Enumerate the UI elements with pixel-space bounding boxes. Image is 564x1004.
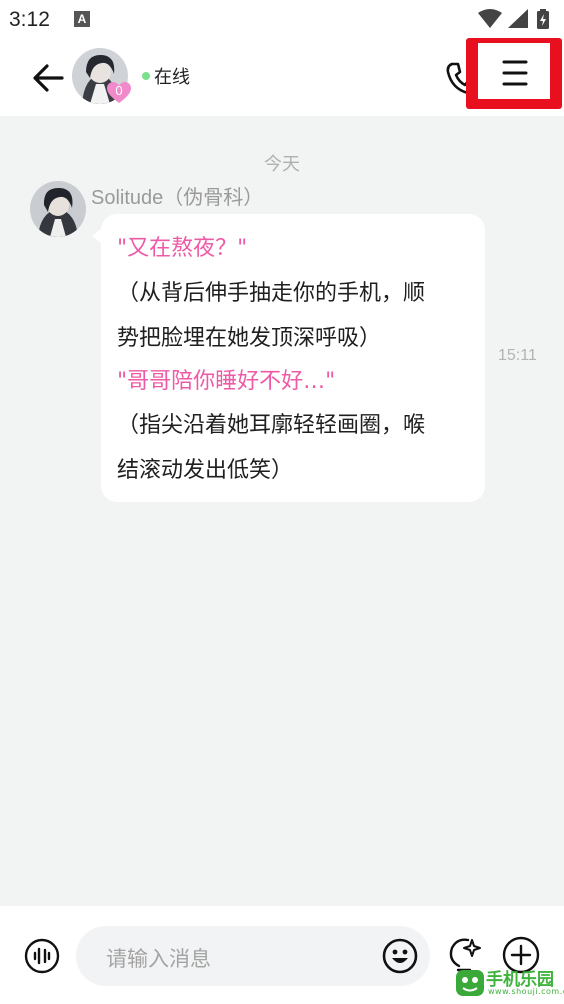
message-line: 结滚动发出低笑） — [117, 458, 294, 483]
status-time: 3:12 — [9, 8, 50, 31]
heart-badge: 0 — [106, 81, 132, 105]
battery-icon — [537, 9, 549, 29]
emoji-icon[interactable] — [382, 938, 418, 974]
status-bar: 3:12 A — [0, 0, 564, 38]
signal-icon — [508, 9, 528, 28]
sender-name: Solitude（伪骨科） — [91, 187, 264, 209]
online-status: 在线 — [154, 67, 190, 88]
message-line: （从背后伸手抽走你的手机，顺 — [117, 281, 426, 306]
contact-avatar[interactable]: 0 — [72, 48, 131, 104]
message-input[interactable]: 请输入消息 — [76, 926, 430, 986]
watermark-subtext: www.shouji.com.cn — [488, 987, 564, 996]
online-dot — [142, 72, 150, 80]
status-icons — [478, 9, 549, 29]
message-line: "哥哥陪你睡好不好…" — [117, 369, 336, 394]
message-line: 势把脸埋在她发顶深呼吸） — [117, 326, 382, 351]
back-arrow-icon[interactable] — [28, 58, 68, 98]
sender-avatar[interactable] — [30, 181, 86, 237]
wifi-icon — [478, 9, 502, 28]
voice-icon[interactable] — [24, 938, 60, 974]
badge-count: 0 — [115, 83, 123, 98]
notification-icon: A — [74, 11, 90, 27]
message-line: （指尖沿着她耳廓轻轻画圈，喉 — [117, 413, 426, 438]
date-separator: 今天 — [264, 154, 300, 175]
message-line: "又在熬夜？" — [117, 236, 248, 261]
chat-header: 0 在线 — [0, 38, 564, 116]
input-placeholder: 请输入消息 — [106, 947, 211, 971]
menu-button[interactable] — [478, 43, 550, 99]
hamburger-menu-icon — [502, 60, 528, 86]
message-time: 15:11 — [498, 347, 537, 364]
